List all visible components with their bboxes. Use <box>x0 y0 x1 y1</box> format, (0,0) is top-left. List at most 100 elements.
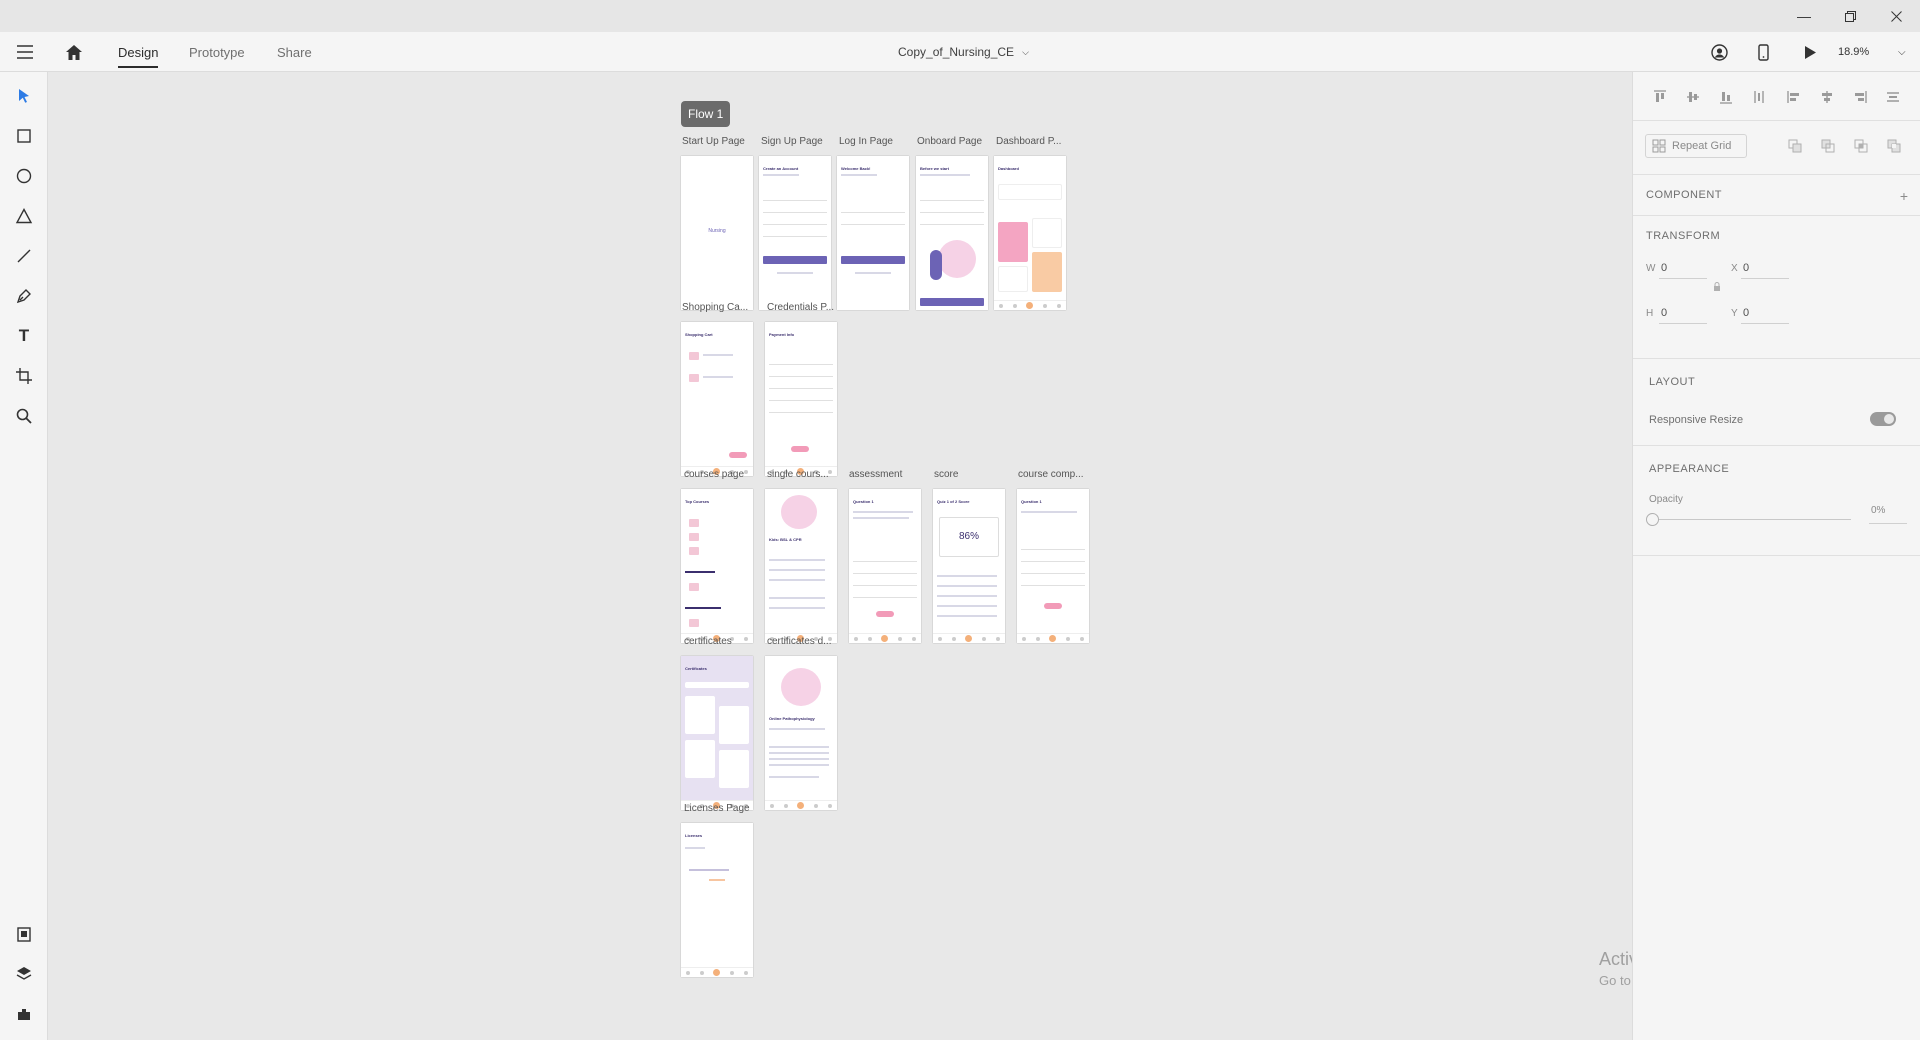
align-middle-icon[interactable] <box>1685 89 1701 105</box>
sign-up-button <box>763 256 827 264</box>
artboard-assessment[interactable]: Question 1 <box>849 489 921 643</box>
artboard-label[interactable]: courses page <box>684 469 756 480</box>
artboard-label[interactable]: Licenses Page <box>684 803 756 814</box>
detail-line <box>769 746 829 748</box>
polygon-icon[interactable] <box>8 200 40 232</box>
artboard-label[interactable]: Shopping Ca... <box>682 302 754 313</box>
tab-prototype[interactable]: Prototype <box>189 32 245 72</box>
boolean-add-icon[interactable] <box>1787 138 1803 154</box>
add-component-icon[interactable]: + <box>1896 188 1912 204</box>
document-title[interactable]: Copy_of_Nursing_CE ⌵ <box>898 32 1029 72</box>
select-icon[interactable] <box>8 80 40 112</box>
opacity-value[interactable]: 0% <box>1871 505 1885 516</box>
opacity-slider-knob[interactable] <box>1646 513 1659 526</box>
artboard-label[interactable]: certificates <box>684 636 756 647</box>
artboard-course-completion[interactable]: Question 1 <box>1017 489 1089 643</box>
ellipse-icon[interactable] <box>8 160 40 192</box>
distribute-vertical-icon[interactable] <box>1751 89 1767 105</box>
play-preview-icon[interactable] <box>1804 32 1817 72</box>
artboard-credentials-page[interactable]: Payment Info <box>765 322 837 476</box>
repeat-grid-button[interactable]: Repeat Grid <box>1645 134 1747 158</box>
detail-line <box>769 728 825 730</box>
boolean-subtract-icon[interactable] <box>1820 138 1836 154</box>
submit-button <box>1044 603 1062 609</box>
zoom-chevron-icon[interactable]: ⌵ <box>1898 32 1906 72</box>
artboard-courses-page[interactable]: Top Courses <box>681 489 753 643</box>
artboard-licenses-page[interactable]: Licenses <box>681 823 753 977</box>
artboard-single-course[interactable]: Kids: BSL & CPR <box>765 489 837 643</box>
divider <box>1633 174 1920 175</box>
plugins-icon[interactable] <box>8 998 40 1030</box>
document-assets-icon[interactable] <box>8 918 40 950</box>
artboard-label[interactable]: score <box>934 469 1006 480</box>
flow-label[interactable]: Flow 1 <box>681 101 731 127</box>
artboard-label[interactable]: single cours... <box>767 469 839 480</box>
tab-design[interactable]: Design <box>118 32 159 72</box>
design-canvas[interactable]: Flow 1 Start Up Page Nursing Sign Up Pag… <box>48 72 1632 1040</box>
answer-option <box>1021 543 1085 550</box>
artboard-dashboard-page[interactable]: Dashboard <box>994 156 1066 310</box>
boolean-exclude-icon[interactable] <box>1886 138 1902 154</box>
minimize-icon[interactable]: — <box>1781 0 1827 32</box>
artboard-score[interactable]: Quiz 1 of 2 Score 86% <box>933 489 1005 643</box>
home-icon[interactable] <box>65 32 83 72</box>
responsive-resize-toggle[interactable] <box>1870 412 1896 426</box>
artboard-certificates[interactable]: Certificates <box>681 656 753 810</box>
artboard-label[interactable]: Log In Page <box>839 136 911 147</box>
align-right-icon[interactable] <box>1852 89 1868 105</box>
window-title-bar: — <box>0 0 1920 32</box>
align-left-icon[interactable] <box>1786 89 1802 105</box>
close-icon[interactable] <box>1873 0 1919 32</box>
artboard-shopping-cart[interactable]: Shopping Cart <box>681 322 753 476</box>
x-input[interactable]: 0 <box>1743 262 1749 274</box>
align-top-icon[interactable] <box>1652 89 1668 105</box>
align-center-icon[interactable] <box>1819 89 1835 105</box>
course-thumb <box>689 533 699 541</box>
distribute-horizontal-icon[interactable] <box>1885 89 1901 105</box>
artboard-label[interactable]: Credentials P... <box>767 302 839 313</box>
user-profile-icon[interactable] <box>1711 32 1728 72</box>
artboard-title: Dashboard <box>998 166 1019 171</box>
artboard-sign-up-page[interactable]: Create an Account <box>759 156 831 310</box>
artboard-label[interactable]: course comp... <box>1018 469 1090 480</box>
text-icon[interactable]: T <box>8 320 40 352</box>
layers-icon[interactable] <box>8 958 40 990</box>
bottom-nav <box>765 800 837 810</box>
hamburger-menu-icon[interactable] <box>16 32 34 72</box>
y-input[interactable]: 0 <box>1743 307 1749 319</box>
answer-option <box>1021 579 1085 586</box>
artboard-log-in-page[interactable]: Welcome Back! <box>837 156 909 310</box>
lesson-line <box>769 607 825 609</box>
artboard-title: Licenses <box>685 833 703 838</box>
artboard-label[interactable]: Sign Up Page <box>761 136 833 147</box>
align-bottom-icon[interactable] <box>1718 89 1734 105</box>
opacity-slider-track[interactable] <box>1657 519 1851 520</box>
artboard-label[interactable]: Start Up Page <box>682 136 754 147</box>
course-thumb <box>689 519 699 527</box>
artboard-label[interactable]: Onboard Page <box>917 136 989 147</box>
line-icon[interactable] <box>8 240 40 272</box>
artboard-icon[interactable] <box>8 360 40 392</box>
artboard-certificates-detail[interactable]: Online Pathophysiology <box>765 656 837 810</box>
restore-icon[interactable] <box>1827 0 1873 32</box>
artboard-label[interactable]: Dashboard P... <box>996 136 1068 147</box>
zoom-level[interactable]: 18.9% <box>1838 32 1869 72</box>
rectangle-icon[interactable] <box>8 120 40 152</box>
height-input[interactable]: 0 <box>1661 307 1667 319</box>
device-preview-icon[interactable] <box>1758 32 1769 72</box>
section-heading-line <box>685 571 715 573</box>
result-line <box>937 585 997 587</box>
pen-icon[interactable] <box>8 280 40 312</box>
form-field <box>769 394 833 401</box>
width-input[interactable]: 0 <box>1661 262 1667 274</box>
boolean-intersect-icon[interactable] <box>1853 138 1869 154</box>
form-field <box>763 230 827 237</box>
artboard-label[interactable]: certificates d... <box>767 636 839 647</box>
answer-option <box>853 579 917 586</box>
zoom-icon[interactable] <box>8 400 40 432</box>
artboard-label[interactable]: assessment <box>849 469 921 480</box>
artboard-start-up-page[interactable]: Nursing <box>681 156 753 310</box>
tab-share[interactable]: Share <box>277 32 312 72</box>
artboard-onboard-page[interactable]: Before we start <box>916 156 988 310</box>
lock-aspect-icon[interactable] <box>1709 279 1725 295</box>
